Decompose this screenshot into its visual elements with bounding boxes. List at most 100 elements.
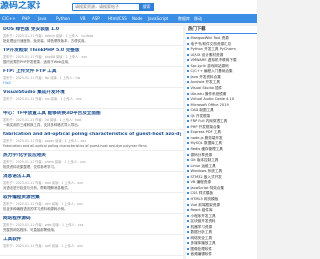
nav-item-node[interactable]: Node [132, 14, 142, 23]
sidebar-item-label: node.js 服务端开发 [190, 135, 223, 140]
article-item[interactable]: 热力学/化学反应相关 发布于：2025-01-11 作者：chem 阅读：1 上… [0, 152, 183, 172]
bullet-icon [187, 225, 189, 228]
bullet-icon [187, 114, 189, 117]
bullet-icon [187, 192, 189, 195]
article-summary: 一款实用的三维转换工具，支持多种格式导入导出。 [3, 123, 81, 127]
nav-item-python[interactable]: Python [56, 14, 70, 23]
bullet-icon [187, 231, 189, 234]
article-item[interactable]: fabrication and all-optical poling chara… [0, 131, 183, 151]
bullet-icon [187, 253, 189, 256]
sidebar-item-label: Virtual Audio Cable 4.10 [190, 97, 235, 102]
bullet-icon [187, 170, 189, 173]
bullet-icon [187, 59, 189, 62]
bullet-icon [187, 103, 189, 106]
sidebar-item-label: Vue 前端框架资源 [190, 202, 220, 207]
sidebar-hot-downloads: 热门下载 MangooWiki Tool 资源 电子书/软件文档资源汇总 Pytho… [186, 26, 257, 259]
search-input[interactable] [73, 4, 139, 10]
nav-item-php[interactable]: PHP [22, 14, 30, 23]
site-logo[interactable]: 源码之家论坛 [0, 1, 40, 12]
sidebar-item-label: Express PDF 工具 [190, 130, 222, 135]
sidebar-item-label: UI/UX 设计素材资源 [190, 52, 224, 57]
article-title[interactable]: 软件编程资源合集 [3, 195, 181, 201]
sidebar-item-label: FRP Full 内网穿透工具 [190, 119, 228, 124]
sidebar-item-label: 电子书/软件文档资源汇总 [190, 41, 232, 46]
article-item[interactable]: TP开发框架 ThinkPHP 5.0 完整版 发布于：2025-01-11 作… [0, 47, 183, 67]
bullet-icon [187, 209, 189, 212]
sidebar-item-label: CSS 样式模板 [190, 191, 214, 196]
article-title[interactable]: VisualStudio 集成开发环境 [3, 90, 181, 96]
article-title[interactable]: DOS 绿色版 免安装版 1.0 [3, 27, 181, 33]
article-title[interactable]: TP开发框架 ThinkPHP 5.0 完整版 [3, 48, 181, 54]
article-title[interactable]: 网站程序源码 [3, 216, 181, 222]
article-title[interactable]: fabrication and all-optical poling chara… [3, 132, 181, 138]
article-title[interactable]: 工具软件 [3, 237, 181, 243]
sidebar-item-label: JavaScript 特效合集 [190, 185, 225, 190]
nav-item-asp[interactable]: ASP [92, 14, 100, 23]
sidebar-item-label: 数据分析工具 [190, 230, 213, 235]
bullet-icon [187, 236, 189, 239]
sidebar-item-label: Git 版本控制工具 [190, 158, 219, 163]
bullet-icon [187, 120, 189, 123]
bullet-icon [187, 186, 189, 189]
nav-item-database[interactable]: 数据库 [178, 14, 190, 23]
article-summary: 对语法进行检查与分析，帮助理解消息格式。 [3, 186, 71, 190]
bullet-icon [187, 181, 189, 184]
top-header: 源码之家论坛 搜索 [0, 0, 257, 14]
sidebar-item-label: Python 开发工具 PyCharm [190, 47, 236, 52]
bullet-icon [187, 164, 189, 167]
nav-item-vb[interactable]: VB [80, 14, 85, 23]
bullet-icon [187, 70, 189, 73]
sidebar-item-label: 音频编辑软件 [190, 252, 213, 257]
bullet-icon [187, 220, 189, 223]
nav-item-mobile[interactable]: 移动 [194, 14, 202, 23]
article-summary: 包含多种编程语言的学习资料和源码示例。 [3, 207, 68, 211]
sidebar-item-label: 小程序开发工具 [190, 213, 216, 218]
sidebar-item-label: Ubuntu 操作系统镜像 [190, 91, 227, 96]
bullet-icon [187, 98, 189, 101]
article-item[interactable]: DOS 绿色版 免安装版 1.0 发布于：2025-01-11 作者：admin… [0, 26, 183, 46]
sidebar-item-label: STM32 嵌入式开发 [190, 174, 222, 179]
article-title[interactable]: 消息语法工具 [3, 174, 181, 180]
sidebar-item-label: Qt 开发框架 [190, 113, 211, 118]
sidebar-item-label: MySQL 数据库工具 [190, 141, 222, 146]
bullet-icon [187, 42, 189, 45]
sidebar-title: 热门下载 [186, 26, 257, 34]
article-title[interactable]: 热力学/化学反应相关 [3, 153, 181, 159]
article-item[interactable]: 消息语法工具 发布于：2025-01-11 作者：tool 阅读：1 上传人：x… [0, 173, 183, 193]
sidebar-item-label: 网络安全工具 [190, 235, 213, 240]
bullet-icon [187, 86, 189, 89]
nav-item-javascript[interactable]: JavaScript [148, 14, 168, 23]
bullet-icon [187, 64, 189, 67]
bullet-icon [187, 125, 189, 128]
article-item[interactable]: FTP: 上传文件 FTP 工具 发布于：2025-01-11 作者：ftp 阅… [0, 68, 183, 88]
main-nav: C/C++ PHP Java Python VB ASP Html/CSS No… [0, 14, 257, 23]
sidebar-item-label: CAD 制图工具 [190, 108, 214, 113]
article-tag[interactable]: FileZ [3, 81, 11, 86]
bullet-icon [187, 159, 189, 162]
bullet-icon [187, 37, 189, 39]
sidebar-item-label: 区块链开发资料 [190, 219, 216, 224]
article-summary: 批处理运行速度快，免安装，绿色便携版本，方便实用。 [3, 39, 88, 43]
article-item[interactable]: 中心：TF中放置工具 能够转换3D平台及立面图 发布于：2025-01-11 作… [0, 110, 183, 130]
article-item[interactable]: 工具软件 发布于：2025-01-11 作者：soft 阅读：1 上传人：xxx [0, 236, 183, 256]
article-item[interactable]: 网站程序源码 发布于：2025-01-11 作者：web 阅读：1 上传人：xx… [0, 215, 183, 235]
sidebar-item-label: Java 开发资料合集 [190, 74, 221, 79]
article-summary: 相关资料收集整理，仅供参考学习。 [3, 165, 58, 169]
sidebar-item-label: React 组件库 [190, 208, 213, 213]
search-button[interactable]: 搜索 [139, 3, 154, 11]
sidebar-item-label: Spr-Lyrik 游戏网站源码 [190, 63, 229, 68]
article-title[interactable]: 中心：TF中放置工具 能够转换3D平台及立面图 [3, 111, 181, 117]
bullet-icon [187, 92, 189, 95]
article-summary [3, 102, 181, 107]
article-summary: Fabrication and all-optical poling chara… [3, 144, 148, 148]
nav-item-html[interactable]: Html/CSS [108, 14, 127, 23]
sidebar-item-label: 源码分享资源 [190, 152, 213, 157]
nav-item-cpp[interactable]: C/C++ [2, 14, 16, 23]
article-title[interactable]: FTP: 上传文件 FTP 工具 [3, 69, 181, 75]
sidebar-item-label: 机器学习资源 [190, 224, 213, 229]
nav-item-java[interactable]: Java [38, 14, 46, 23]
sidebar-item-label: 图像处理软件 [190, 246, 213, 251]
article-item[interactable]: 软件编程资源合集 发布于：2025-01-11 作者：dev 阅读：1 上传人：… [0, 194, 183, 214]
sidebar-item[interactable]: 音频编辑软件 [187, 251, 257, 258]
article-item[interactable]: VisualStudio 集成开发环境 发布于：2025-01-11 作者：ms… [0, 89, 183, 109]
